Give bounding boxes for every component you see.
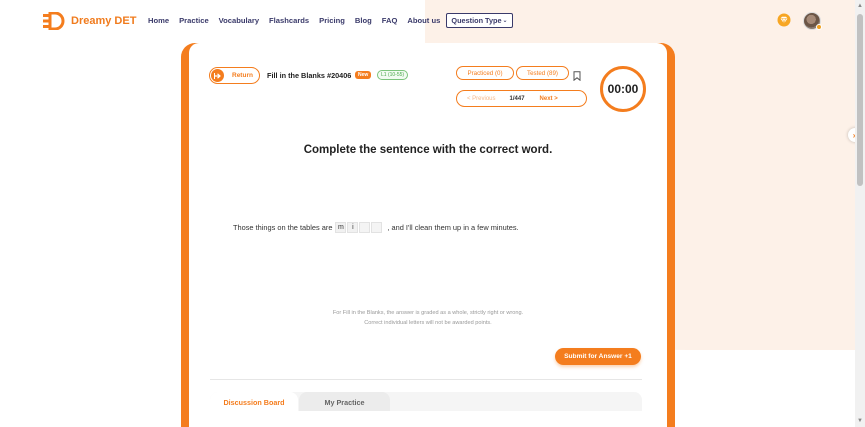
avatar-status-badge (816, 24, 822, 30)
divider (210, 379, 642, 380)
return-button[interactable]: Return (209, 67, 260, 84)
sentence-after: , and I'll clean them up in a few minute… (387, 223, 519, 232)
tested-label: Tested (89) (527, 69, 558, 77)
grading-note-line1: For Fill in the Blanks, the answer is gr… (332, 310, 524, 316)
nav-links: Home Practice Vocabulary Flashcards Pric… (148, 16, 440, 25)
letter-input[interactable] (359, 222, 371, 233)
nav-link-home[interactable]: Home (148, 16, 169, 25)
fill-in-sentence: Those things on the tables are m i , and… (233, 222, 519, 233)
top-nav: Dreamy DET Home Practice Vocabulary Flas… (0, 0, 855, 42)
nav-link-pricing[interactable]: Pricing (319, 16, 345, 25)
nav-link-practice[interactable]: Practice (179, 16, 209, 25)
level-badge: L1 (10-55) (377, 70, 409, 80)
question-instruction: Complete the sentence with the correct w… (303, 144, 553, 156)
scrollbar-thumb[interactable] (857, 14, 863, 186)
letter-given: m (335, 222, 347, 233)
nav-link-flashcards[interactable]: Flashcards (269, 16, 309, 25)
timer-value: 00:00 (607, 82, 639, 96)
tab-content (210, 411, 642, 427)
chevron-down-icon: ⌄ (502, 18, 508, 24)
tab-discussion-board[interactable]: Discussion Board (210, 392, 298, 412)
brand-logo[interactable]: Dreamy DET (43, 12, 136, 30)
word-blank: m i (335, 222, 383, 233)
tab-label: My Practice (324, 397, 365, 407)
tested-count-button[interactable]: Tested (89) (516, 66, 569, 80)
practiced-label: Practiced (0) (467, 69, 503, 77)
brand-name: Dreamy DET (71, 15, 137, 27)
submit-answer-button[interactable]: Submit for Answer +1 (555, 348, 641, 365)
scroll-up-icon[interactable]: ▲ (857, 3, 863, 9)
scroll-down-icon[interactable]: ▼ (857, 418, 863, 424)
tab-label: Discussion Board (223, 397, 285, 407)
sentence-before: Those things on the tables are (233, 223, 333, 232)
question-position: 1/447 (509, 95, 525, 102)
nav-link-blog[interactable]: Blog (355, 16, 372, 25)
question-type-dropdown[interactable]: Question Type ⌄ (446, 13, 513, 28)
question-type-label: Question Type (451, 16, 502, 25)
nav-link-vocabulary[interactable]: Vocabulary (219, 16, 259, 25)
next-button[interactable]: Next > (540, 96, 558, 102)
nav-link-about[interactable]: About us (407, 16, 440, 25)
scrollbar[interactable]: ▲ ▼ (855, 0, 865, 427)
question-title: Fill in the Blanks #20406 (267, 71, 352, 80)
grading-note: For Fill in the Blanks, the answer is gr… (189, 309, 667, 328)
letter-given: i (347, 222, 359, 233)
bookmark-icon[interactable] (573, 68, 581, 82)
practiced-count-button[interactable]: Practiced (0) (456, 66, 514, 80)
practice-card (189, 43, 667, 427)
new-badge: New (355, 71, 372, 79)
question-pager: < Previous 1/447 Next > (456, 90, 587, 107)
dreamy-logo-icon (43, 12, 65, 30)
tab-my-practice[interactable]: My Practice (299, 392, 390, 412)
grading-note-line2: Correct individual letters will not be a… (364, 319, 492, 326)
return-label: Return (232, 72, 253, 79)
previous-button[interactable]: < Previous (467, 96, 496, 102)
letter-input[interactable] (371, 222, 383, 233)
return-icon (211, 69, 224, 82)
timer: 00:00 (600, 66, 646, 112)
vip-diamond-icon[interactable] (777, 13, 791, 27)
submit-label: Submit for Answer +1 (564, 353, 632, 360)
nav-link-faq[interactable]: FAQ (382, 16, 398, 25)
